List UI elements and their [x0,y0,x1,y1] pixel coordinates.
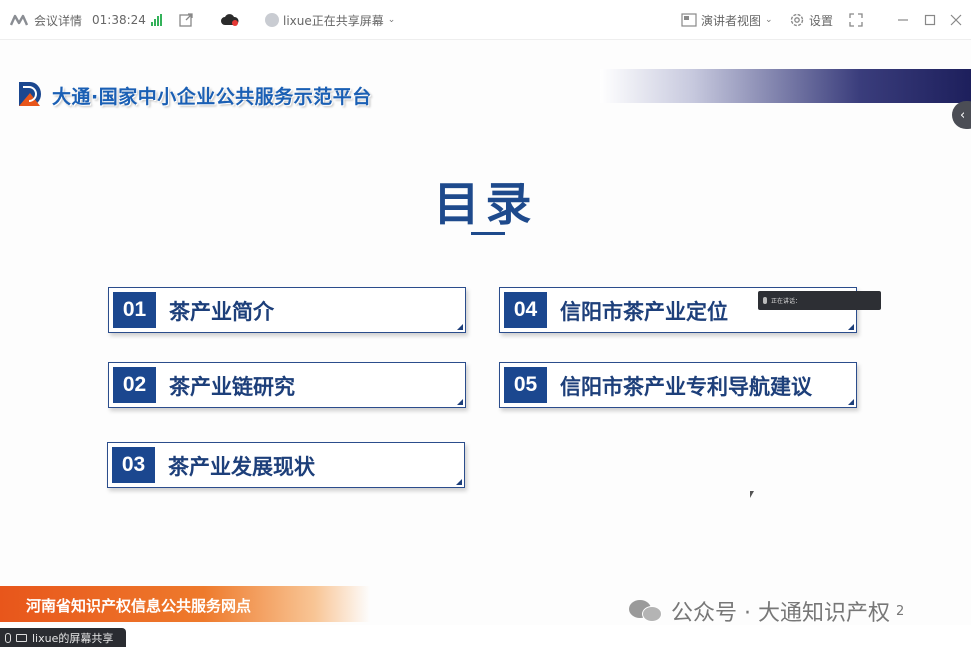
footer-text: 河南省知识产权信息公共服务网点 [26,597,252,615]
toc-item-number: 03 [112,447,155,483]
wechat-watermark: 公众号 · 大通知识产权 2 [629,595,904,625]
fullscreen-icon[interactable] [848,12,864,28]
sharing-status-dropdown[interactable]: lixue正在共享屏幕 ⌄ [265,12,395,28]
toc-item-02: 02 茶产业链研究 [108,362,466,408]
toc-title-underline [471,232,505,235]
wechat-icon [629,598,665,624]
toc-item-03: 03 茶产业发展现状 [107,442,465,488]
sharing-status-label: lixue正在共享屏幕 [283,13,384,28]
meeting-toolbar: 会议详情 01:38:24 lixue正在共享屏幕 ⌄ 演讲者视图 ⌄ 设置 [0,0,971,40]
maximize-icon[interactable] [924,12,936,28]
close-icon[interactable] [950,12,962,28]
network-signal-icon[interactable] [151,12,162,28]
screen-share-chip[interactable]: lixue的屏幕共享 [0,628,126,647]
header-gradient-band [600,69,971,103]
meeting-logo-icon [10,14,30,26]
sharer-avatar [265,13,279,27]
screen-share-label: lixue的屏幕共享 [32,631,114,645]
presenter-view-icon [681,13,697,27]
toc-item-label: 信阳市茶产业定位 [560,300,728,324]
toc-item-label: 信阳市茶产业专利导航建议 [560,375,812,399]
toc-item-number: 04 [504,292,547,328]
chevron-down-icon: ⌄ [765,15,773,25]
side-panel-toggle[interactable]: ‹ [952,101,971,129]
chevron-down-icon: ⌄ [387,15,396,25]
mouse-cursor-icon [750,491,754,498]
corner-triangle-icon [457,324,463,330]
toc-item-number: 02 [113,367,156,403]
meeting-timer: 01:38:24 [92,13,146,27]
slide-page-number: 2 [895,603,905,619]
corner-triangle-icon [457,399,463,405]
chevron-left-icon: ‹ [960,107,966,123]
minimize-icon[interactable] [897,12,909,28]
meeting-info-button[interactable]: 会议详情 [10,12,82,28]
presenter-view-label: 演讲者视图 [701,13,762,28]
microphone-icon [763,297,767,304]
settings-label: 设置 [809,13,834,28]
popout-icon[interactable] [178,12,194,28]
shared-slide: 大通·国家中小企业公共服务示范平台 ‹ 目录 01 茶产业简介 02 茶产业链研… [0,40,971,625]
presenter-view-button[interactable]: 演讲者视图 ⌄ [681,12,773,28]
screen-share-icon [16,633,27,642]
corner-triangle-icon [848,324,854,330]
corner-triangle-icon [456,479,462,485]
watermark-text: 公众号 · 大通知识产权 [671,601,890,625]
toc-item-05: 05 信阳市茶产业专利导航建议 [499,362,857,408]
speaking-indicator-label: 正在讲话： [771,298,802,305]
brand-logo-icon [18,81,42,107]
settings-button[interactable]: 设置 [789,12,833,28]
microphone-icon [5,632,11,643]
toc-item-label: 茶产业简介 [169,300,274,324]
toc-item-label: 茶产业链研究 [169,375,295,399]
toc-item-number: 01 [113,292,156,328]
corner-triangle-icon [848,399,854,405]
brand-title: 大通·国家中小企业公共服务示范平台 [52,86,372,108]
toc-title: 目录 [433,177,538,231]
meeting-info-label: 会议详情 [34,13,83,28]
cloud-record-icon[interactable] [220,12,240,28]
gear-icon [789,12,805,28]
toc-item-label: 茶产业发展现状 [168,455,315,479]
toc-item-number: 05 [504,367,547,403]
toc-item-01: 01 茶产业简介 [108,287,466,333]
speaking-indicator[interactable]: 正在讲话： [758,291,881,310]
